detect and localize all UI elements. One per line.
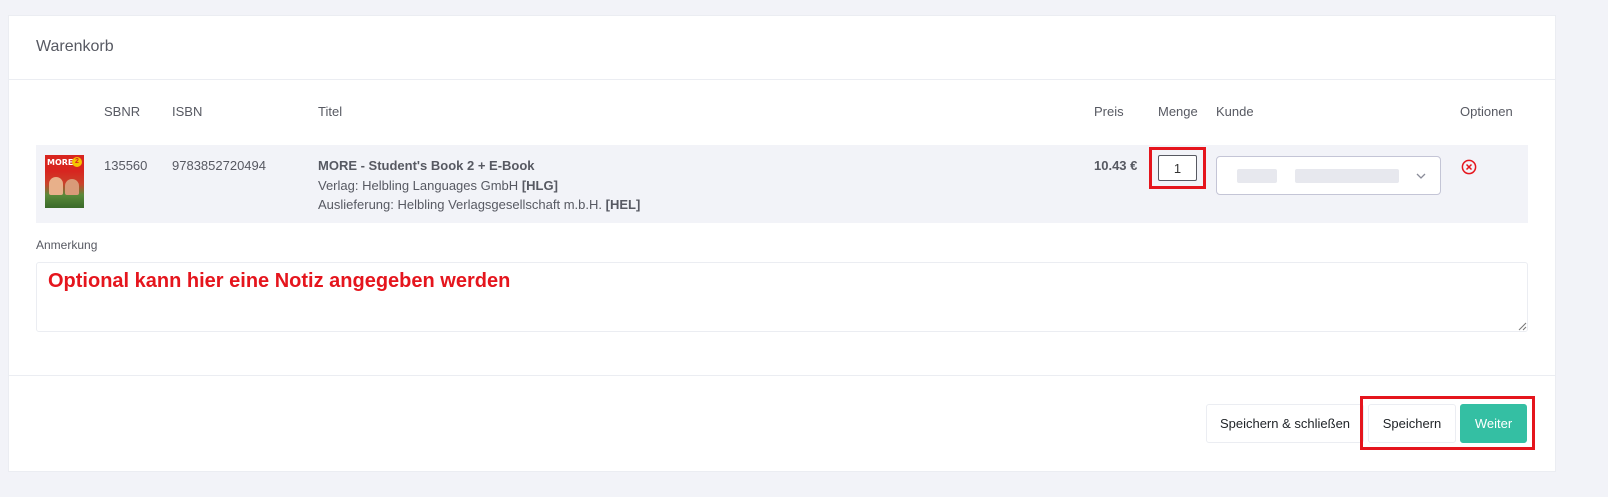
next-button[interactable]: Weiter (1460, 404, 1527, 443)
save-button[interactable]: Speichern (1368, 404, 1456, 443)
row-verlag: Verlag: Helbling Languages GmbH [HLG] (318, 178, 558, 193)
chevron-down-icon (1416, 173, 1426, 179)
cover-figure (49, 177, 63, 195)
product-thumbnail: MORE! 2 (45, 155, 84, 208)
column-header-isbn: ISBN (172, 104, 203, 119)
row-auslieferung: Auslieferung: Helbling Verlagsgesellscha… (318, 197, 640, 212)
quantity-input[interactable] (1158, 155, 1197, 181)
remove-item-icon[interactable] (1461, 159, 1477, 175)
column-header-preis: Preis (1094, 104, 1124, 119)
row-price: 10.43 € (1094, 158, 1138, 173)
blurred-value (1237, 169, 1277, 183)
save-and-close-button[interactable]: Speichern & schließen (1206, 404, 1364, 443)
note-label: Anmerkung (36, 238, 98, 252)
column-header-menge: Menge (1158, 104, 1198, 119)
auslieferung-code: [HEL] (605, 197, 641, 212)
auslieferung-label: Auslieferung: Helbling Verlagsgesellscha… (318, 197, 602, 212)
column-header-titel: Titel (318, 104, 343, 119)
column-header-optionen: Optionen (1460, 104, 1513, 119)
row-sbnr: 135560 (104, 158, 148, 173)
blurred-value (1295, 169, 1399, 183)
verlag-label: Verlag: Helbling Languages GmbH (318, 178, 519, 193)
card-title: Warenkorb (9, 16, 1555, 80)
column-header-sbnr: SBNR (104, 104, 141, 119)
cover-figure (65, 179, 79, 195)
kunde-select[interactable] (1216, 156, 1441, 195)
note-annotation-text: Optional kann hier eine Notiz angegeben … (48, 270, 511, 292)
column-header-kunde: Kunde (1216, 104, 1254, 119)
thumbnail-badge: 2 (72, 157, 82, 167)
row-isbn: 9783852720494 (172, 158, 266, 173)
resize-grip-icon[interactable] (1517, 321, 1527, 331)
verlag-code: [HLG] (521, 178, 558, 193)
row-title: MORE - Student's Book 2 + E-Book (318, 158, 535, 173)
